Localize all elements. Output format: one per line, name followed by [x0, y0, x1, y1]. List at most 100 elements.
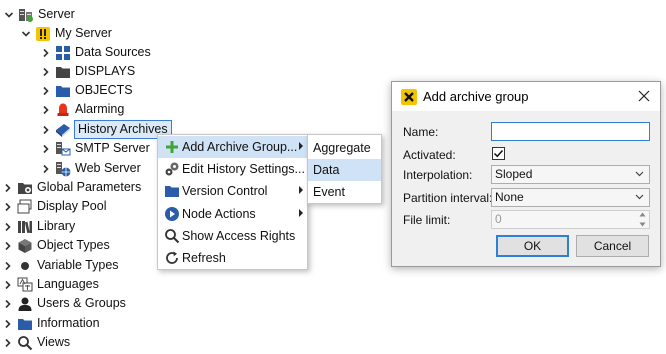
server-alert-icon [35, 26, 51, 42]
tree-label: Library [37, 219, 76, 233]
folder-blue-icon [164, 183, 180, 199]
submenu-item-aggregate[interactable]: Aggregate [308, 137, 381, 159]
global-parameters-icon [17, 180, 33, 196]
tree-label: My Server [55, 26, 112, 40]
chevron-right-icon[interactable] [2, 221, 14, 233]
chevron-right-icon[interactable] [2, 240, 14, 252]
menu-item-refresh[interactable]: Refresh [158, 247, 307, 269]
tree-label: Server [38, 7, 75, 21]
close-icon[interactable] [636, 88, 652, 104]
partition-interval-select[interactable]: None [491, 188, 650, 207]
context-menu: Add Archive Group... Edit History Settin… [157, 134, 308, 270]
submenu-arrow-icon [299, 142, 303, 150]
chevron-right-icon[interactable] [40, 163, 52, 175]
tree-node-variable-types[interactable]: Variable Types [2, 256, 119, 275]
chevron-right-icon[interactable] [40, 47, 52, 59]
tree-node-information[interactable]: Information [2, 314, 100, 333]
activated-checkbox[interactable] [492, 147, 505, 160]
tree-node-global-parameters[interactable]: Global Parameters [2, 178, 141, 197]
tree-label: Web Server [75, 161, 141, 175]
menu-item-label: Version Control [182, 184, 268, 198]
menu-item-label: Add Archive Group... [182, 140, 298, 154]
ok-button[interactable]: OK [496, 235, 569, 257]
menu-item-label: Show Access Rights [182, 229, 296, 243]
dialog-titlebar[interactable]: Add archive group [392, 82, 660, 111]
node-actions-icon [164, 206, 180, 222]
spinner-arrows-icon [638, 212, 646, 227]
web-server-icon [55, 161, 71, 177]
menu-item-show-access-rights[interactable]: Show Access Rights [158, 225, 307, 247]
tree-node-my-server[interactable]: My Server [20, 24, 112, 43]
tree-node-object-types[interactable]: Object Types [2, 236, 110, 255]
chevron-right-icon[interactable] [2, 182, 14, 194]
plus-green-icon [164, 139, 180, 155]
menu-item-add-archive-group[interactable]: Add Archive Group... [158, 136, 307, 158]
tree-node-display-pool[interactable]: Display Pool [2, 197, 106, 216]
file-limit-label: File limit: [403, 213, 451, 227]
chevron-down-icon[interactable] [3, 9, 15, 21]
alarm-bell-icon [55, 102, 71, 118]
chevron-right-icon[interactable] [2, 279, 14, 291]
chevron-right-icon[interactable] [40, 104, 52, 116]
tree-label: DISPLAYS [75, 64, 136, 78]
chevron-right-icon[interactable] [40, 66, 52, 78]
submenu-item-event[interactable]: Event [308, 181, 381, 203]
menu-item-version-control[interactable]: Version Control [158, 180, 307, 202]
menu-item-node-actions[interactable]: Node Actions [158, 203, 307, 225]
folder-dark-icon [55, 64, 71, 80]
tree-label: Variable Types [37, 258, 119, 272]
tree-node-languages[interactable]: Languages [2, 275, 99, 294]
tree-label: Alarming [75, 102, 125, 116]
name-field[interactable] [491, 122, 650, 141]
chevron-right-icon[interactable] [2, 298, 14, 310]
chevron-right-icon[interactable] [40, 143, 52, 155]
variable-types-icon [17, 258, 33, 274]
menu-item-label: Edit History Settings... [182, 162, 305, 176]
file-limit-spinner[interactable]: 0 [491, 210, 650, 229]
languages-icon [17, 277, 33, 293]
server-group-icon [18, 7, 34, 23]
file-limit-value: 0 [495, 212, 502, 226]
folder-blue-icon [17, 316, 33, 332]
chevron-right-icon[interactable] [2, 201, 14, 213]
tree-label: Languages [37, 277, 99, 291]
tree-node-alarming[interactable]: Alarming [40, 100, 124, 119]
data-sources-icon [55, 45, 71, 61]
tree-node-history-archives[interactable]: History Archives [40, 120, 172, 139]
tree-label: SMTP Server [75, 141, 150, 155]
tree-node-server[interactable]: Server [3, 5, 75, 24]
chevron-down-icon[interactable] [20, 28, 32, 40]
add-archive-group-dialog: Add archive group Name: Activated: Inter… [391, 81, 661, 267]
tree-node-data-sources[interactable]: Data Sources [40, 43, 151, 62]
tree-label: Data Sources [75, 45, 151, 59]
tree-node-objects[interactable]: OBJECTS [40, 81, 133, 100]
tree-node-web-server[interactable]: Web Server [40, 159, 141, 178]
tree-node-smtp-server[interactable]: SMTP Server [40, 139, 150, 158]
cancel-button[interactable]: Cancel [576, 235, 649, 257]
tree-label: Global Parameters [37, 180, 142, 194]
library-icon [17, 219, 33, 235]
activated-label: Activated: [403, 148, 456, 162]
partition-interval-label: Partition interval: [403, 191, 493, 205]
submenu-item-data[interactable]: Data [308, 159, 381, 181]
smtp-server-icon [55, 141, 71, 157]
tree-node-views[interactable]: Views [2, 333, 70, 352]
chevron-right-icon[interactable] [2, 337, 14, 349]
search-icon [164, 228, 180, 244]
display-pool-icon [17, 199, 33, 215]
chevron-right-icon[interactable] [40, 124, 52, 136]
interpolation-select[interactable]: Sloped [491, 165, 650, 184]
chevron-right-icon[interactable] [2, 260, 14, 272]
interpolation-value: Sloped [495, 167, 533, 181]
tree-node-users-groups[interactable]: Users & Groups [2, 294, 126, 313]
tree-node-library[interactable]: Library [2, 217, 75, 236]
menu-item-label: Refresh [182, 251, 226, 265]
chevron-right-icon[interactable] [2, 318, 14, 330]
add-archive-group-submenu: Aggregate Data Event [307, 134, 382, 204]
menu-item-edit-history-settings[interactable]: Edit History Settings... [158, 158, 307, 180]
chevron-right-icon[interactable] [40, 85, 52, 97]
users-groups-icon [17, 296, 33, 312]
checkmark-icon [493, 149, 504, 158]
tree-node-displays[interactable]: DISPLAYS [40, 62, 135, 81]
submenu-arrow-icon [299, 209, 303, 217]
